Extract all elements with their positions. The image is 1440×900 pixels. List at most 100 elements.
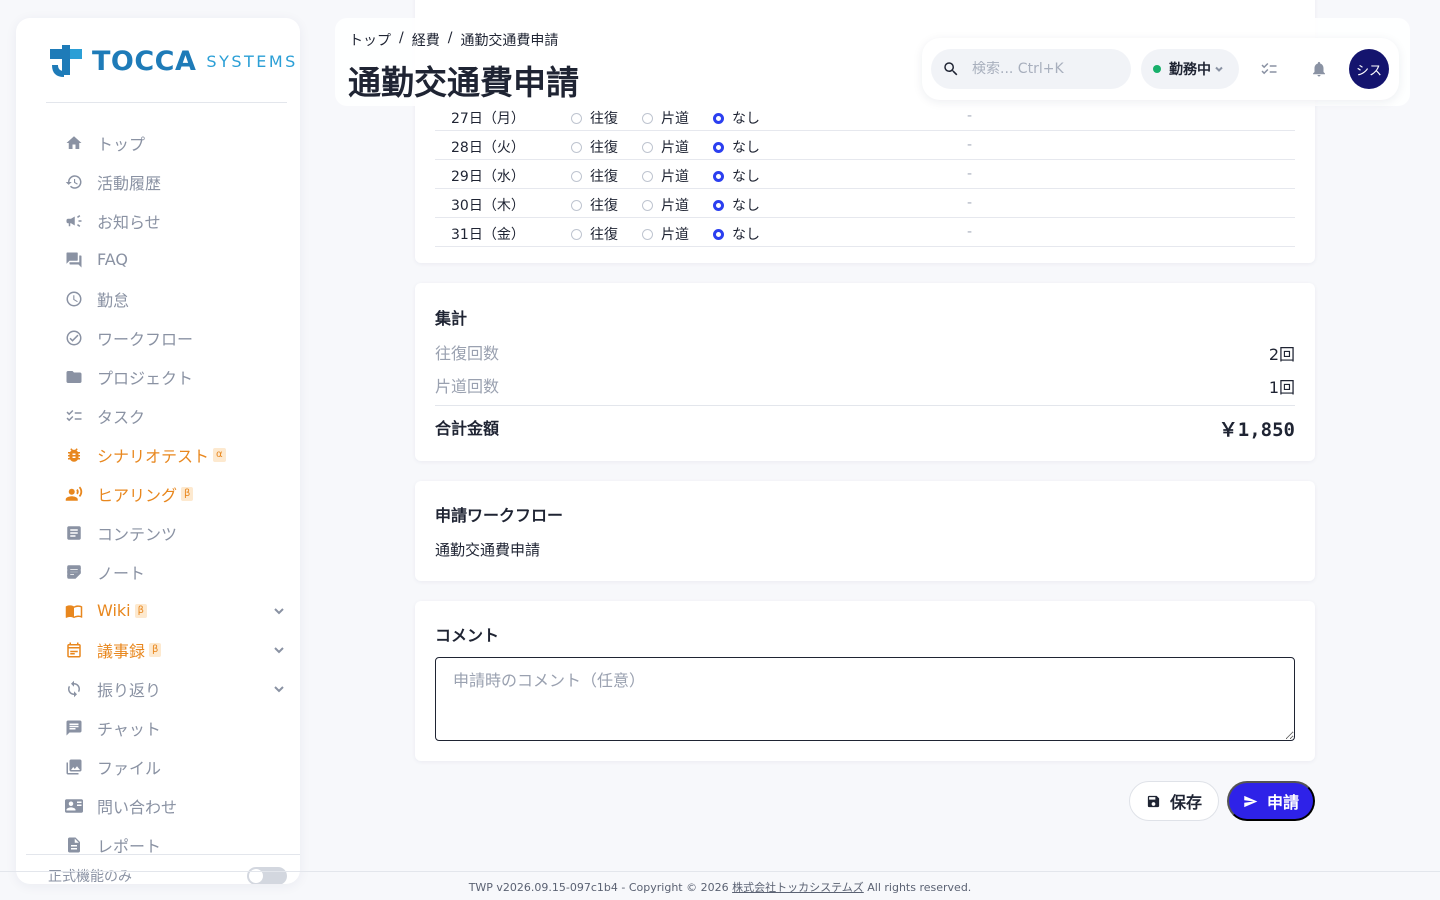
- comment-card: コメント: [415, 601, 1315, 761]
- radio-one-way[interactable]: 片道: [642, 224, 689, 244]
- sidebar-item-label: ヒアリング: [97, 485, 178, 505]
- header-toolbar: 勤務中 シス: [922, 38, 1399, 100]
- sidebar-item-chat[interactable]: チャット: [46, 708, 286, 747]
- brand-logo[interactable]: TOCCA SYSTEMS: [48, 42, 298, 80]
- radio-none[interactable]: なし: [713, 195, 760, 215]
- sidebar-item-label: レポート: [97, 836, 162, 856]
- sidebar-item-wiki[interactable]: Wiki β: [46, 591, 286, 630]
- sidebar-item-label: 勤怠: [97, 290, 130, 310]
- brand-name: TOCCA: [92, 45, 197, 77]
- sidebar-item-report[interactable]: レポート: [46, 825, 286, 864]
- search-box[interactable]: [931, 49, 1131, 89]
- sidebar-item-news[interactable]: お知らせ: [46, 201, 286, 240]
- home-icon: [64, 133, 84, 153]
- radio-none[interactable]: なし: [713, 166, 760, 186]
- work-status-dropdown[interactable]: 勤務中: [1141, 49, 1239, 89]
- bell-icon[interactable]: [1308, 58, 1330, 80]
- breadcrumb-item-top[interactable]: トップ: [349, 30, 391, 50]
- day-amount: -: [967, 166, 973, 182]
- tocca-logo-icon: [50, 45, 82, 77]
- sidebar-item-note[interactable]: ノート: [46, 552, 286, 591]
- radio-one-way[interactable]: 片道: [642, 195, 689, 215]
- save-button[interactable]: 保存: [1129, 781, 1219, 821]
- total-amount-value: ￥1,850: [1218, 419, 1295, 441]
- checklist-icon: [64, 406, 84, 426]
- sidebar-item-label: タスク: [97, 407, 146, 427]
- radio-round-trip[interactable]: 往復: [571, 224, 618, 244]
- comment-textarea[interactable]: [435, 657, 1295, 741]
- one-way-count-value: 1回: [1268, 378, 1295, 397]
- sidebar-item-label: チャット: [97, 719, 161, 739]
- radio-one-way[interactable]: 片道: [642, 137, 689, 157]
- sidebar-item-label: シナリオテスト: [97, 446, 210, 466]
- sidebar-item-task[interactable]: タスク: [46, 396, 286, 435]
- record-voice-icon: [64, 484, 84, 504]
- sidebar-item-attendance[interactable]: 勤怠: [46, 279, 286, 318]
- day-label: 31日（金）: [451, 227, 525, 243]
- breadcrumb: トップ / 経費 / 通勤交通費申請: [349, 30, 558, 50]
- sidebar-item-label: コンテンツ: [97, 524, 178, 544]
- beta-badge: β: [149, 642, 162, 657]
- history-icon: [64, 172, 84, 192]
- divider: [46, 102, 287, 103]
- beta-badge: β: [134, 603, 148, 618]
- sidebar-item-label: FAQ: [97, 250, 128, 269]
- chevron-down-icon[interactable]: [272, 681, 286, 695]
- forum-icon: [64, 250, 84, 270]
- breadcrumb-item-expense[interactable]: 経費: [412, 30, 440, 50]
- search-icon: [944, 62, 958, 76]
- article-icon: [64, 523, 84, 543]
- day-amount: -: [967, 195, 973, 211]
- radio-one-way[interactable]: 片道: [642, 108, 689, 128]
- sidebar-item-faq[interactable]: FAQ: [46, 240, 286, 279]
- radio-none[interactable]: なし: [713, 224, 760, 244]
- sidebar-item-contents[interactable]: コンテンツ: [46, 513, 286, 552]
- user-avatar[interactable]: シス: [1349, 49, 1389, 89]
- total-amount-label: 合計金額: [435, 419, 500, 438]
- day-row: 28日（火） 往復 片道 なし -: [435, 131, 1295, 160]
- copyright-footer: TWP v2026.09.15-097c1b4 - Copyright © 20…: [0, 879, 1440, 895]
- sidebar-item-project[interactable]: プロジェクト: [46, 357, 286, 396]
- sidebar-item-top[interactable]: トップ: [46, 123, 286, 162]
- divider: [26, 854, 300, 855]
- radio-round-trip[interactable]: 往復: [571, 108, 618, 128]
- radio-one-way[interactable]: 片道: [642, 166, 689, 186]
- sidebar-item-history[interactable]: 活動履歴: [46, 162, 286, 201]
- sidebar-item-workflow[interactable]: ワークフロー: [46, 318, 286, 357]
- radio-none[interactable]: なし: [713, 137, 760, 157]
- radio-none[interactable]: なし: [713, 108, 760, 128]
- calendar-icon: [64, 640, 84, 660]
- sidebar-item-label: お知らせ: [97, 212, 161, 232]
- divider: [435, 405, 1295, 406]
- chevron-down-icon[interactable]: [272, 642, 286, 656]
- day-label: 28日（火）: [451, 140, 525, 156]
- sidebar-item-label: トップ: [97, 134, 146, 154]
- sidebar-item-hearing[interactable]: ヒアリング β: [46, 474, 286, 513]
- day-row: 29日（水） 往復 片道 なし -: [435, 160, 1295, 189]
- radio-round-trip[interactable]: 往復: [571, 195, 618, 215]
- breadcrumb-separator: /: [447, 30, 453, 46]
- sidebar-item-scenario-test[interactable]: シナリオテスト α: [46, 435, 286, 474]
- breadcrumb-item-current: 通勤交通費申請: [460, 33, 559, 49]
- chevron-down-icon[interactable]: [272, 603, 286, 617]
- round-trip-count-value: 2回: [1268, 345, 1295, 364]
- sidebar-item-files[interactable]: ファイル: [46, 747, 286, 786]
- company-link[interactable]: 株式会社トッカシステムズ: [732, 881, 864, 894]
- sidebar-item-label: 議事録: [97, 641, 146, 661]
- submit-button[interactable]: 申請: [1227, 781, 1315, 821]
- submit-button-label: 申請: [1266, 795, 1299, 812]
- refresh-icon: [64, 679, 84, 699]
- radio-round-trip[interactable]: 往復: [571, 137, 618, 157]
- day-label: 27日（月）: [451, 111, 525, 127]
- checklist-icon[interactable]: [1258, 58, 1280, 80]
- radio-round-trip[interactable]: 往復: [571, 166, 618, 186]
- search-input[interactable]: [972, 61, 1122, 77]
- sidebar-item-retrospective[interactable]: 振り返り: [46, 669, 286, 708]
- brand-sub: SYSTEMS: [206, 51, 298, 71]
- sidebar-item-contact[interactable]: 問い合わせ: [46, 786, 286, 825]
- status-dot: [1153, 65, 1161, 73]
- sidebar-item-label: プロジェクト: [97, 368, 194, 388]
- workflow-title: 申請ワークフロー: [435, 506, 564, 525]
- book-icon: [64, 601, 84, 621]
- sidebar-item-minutes[interactable]: 議事録 β: [46, 630, 286, 669]
